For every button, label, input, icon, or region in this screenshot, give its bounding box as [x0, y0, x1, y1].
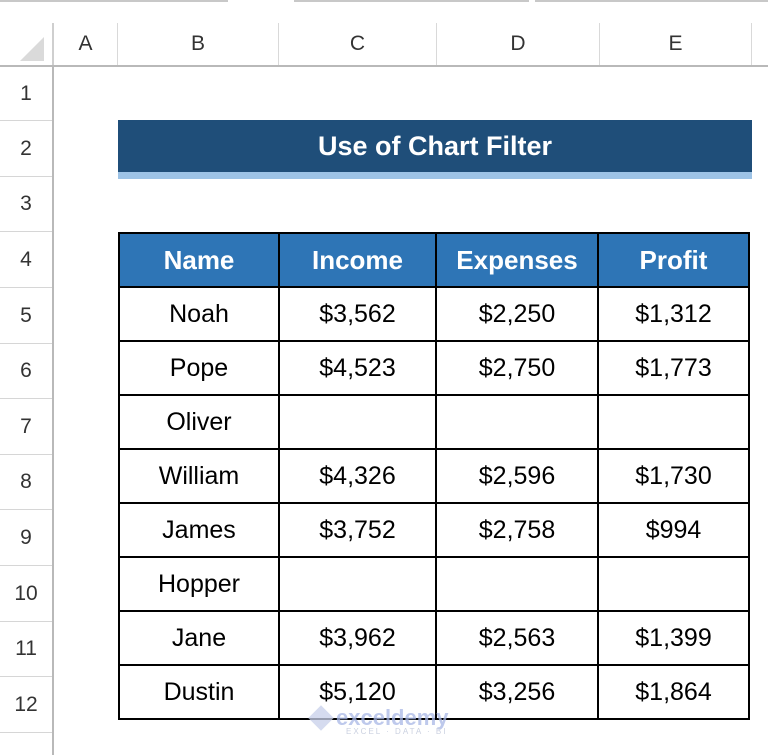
row-header[interactable]: 9	[0, 510, 52, 566]
cell-income[interactable]	[278, 394, 437, 450]
row-header-bar: 1 2 3 4 5 6 7 8 9 10 11 12	[0, 67, 54, 755]
cell-profit[interactable]	[597, 394, 750, 450]
row-header[interactable]: 6	[0, 344, 52, 399]
column-header-bar: A B C D E	[0, 23, 768, 67]
select-all-button[interactable]	[0, 23, 54, 65]
cell-income[interactable]: $3,962	[278, 610, 437, 666]
cell-name[interactable]: William	[118, 448, 280, 504]
row-header[interactable]: 7	[0, 399, 52, 455]
row-header[interactable]: 1	[0, 67, 52, 121]
cell-profit[interactable]: $1,773	[597, 340, 750, 396]
row-header[interactable]: 4	[0, 232, 52, 288]
cell-name[interactable]: Oliver	[118, 394, 280, 450]
toolbar-edge	[535, 0, 768, 2]
cell-name[interactable]: Pope	[118, 340, 280, 396]
cell-profit[interactable]: $1,312	[597, 286, 750, 342]
header-profit[interactable]: Profit	[597, 232, 750, 288]
cell-expenses[interactable]: $2,250	[435, 286, 599, 342]
toolbar-edge	[0, 0, 228, 2]
cell-income[interactable]: $3,562	[278, 286, 437, 342]
watermark: exceldemy EXCEL · DATA · BI	[308, 705, 449, 736]
table-row: Jane $3,962 $2,563 $1,399	[118, 610, 750, 666]
exceldemy-logo-icon	[308, 705, 334, 731]
row-header[interactable]: 5	[0, 288, 52, 344]
table-row: Oliver	[118, 394, 750, 450]
cell-income[interactable]: $4,326	[278, 448, 437, 504]
cell-expenses[interactable]: $2,563	[435, 610, 599, 666]
row-header[interactable]: 2	[0, 121, 52, 177]
cell-expenses[interactable]: $2,750	[435, 340, 599, 396]
cell-profit[interactable]: $1,730	[597, 448, 750, 504]
sheet-title[interactable]: Use of Chart Filter	[118, 120, 752, 179]
column-header-b[interactable]: B	[118, 23, 279, 65]
cell-profit[interactable]	[597, 556, 750, 612]
watermark-tagline: EXCEL · DATA · BI	[346, 727, 448, 736]
column-header-a[interactable]: A	[54, 23, 118, 65]
column-header-e[interactable]: E	[600, 23, 752, 65]
cell-income[interactable]: $4,523	[278, 340, 437, 396]
column-header-c[interactable]: C	[279, 23, 437, 65]
row-header[interactable]: 10	[0, 566, 52, 622]
cell-profit[interactable]: $1,399	[597, 610, 750, 666]
row-header[interactable]: 12	[0, 677, 52, 733]
cell-expenses[interactable]	[435, 556, 599, 612]
header-expenses[interactable]: Expenses	[435, 232, 599, 288]
cell-name[interactable]: Dustin	[118, 664, 280, 720]
select-all-icon	[20, 37, 44, 61]
cell-name[interactable]: Noah	[118, 286, 280, 342]
top-bar	[0, 0, 768, 23]
table-row: Pope $4,523 $2,750 $1,773	[118, 340, 750, 396]
column-header-d[interactable]: D	[437, 23, 600, 65]
cell-income[interactable]	[278, 556, 437, 612]
row-header[interactable]: 8	[0, 455, 52, 510]
row-header[interactable]: 3	[0, 177, 52, 232]
cell-name[interactable]: Jane	[118, 610, 280, 666]
data-table: Name Income Expenses Profit Noah $3,562 $2…	[118, 232, 750, 720]
cell-expenses[interactable]	[435, 394, 599, 450]
table-row: William $4,326 $2,596 $1,730	[118, 448, 750, 504]
cell-name[interactable]: Hopper	[118, 556, 280, 612]
table-row: Noah $3,562 $2,250 $1,312	[118, 286, 750, 342]
cell-expenses[interactable]: $2,596	[435, 448, 599, 504]
cell-name[interactable]: James	[118, 502, 280, 558]
table-row: James $3,752 $2,758 $994	[118, 502, 750, 558]
cell-expenses[interactable]: $2,758	[435, 502, 599, 558]
cell-income[interactable]: $3,752	[278, 502, 437, 558]
cell-expenses[interactable]: $3,256	[435, 664, 599, 720]
header-name[interactable]: Name	[118, 232, 280, 288]
toolbar-edge	[294, 0, 529, 2]
table-header-row: Name Income Expenses Profit	[118, 232, 750, 288]
table-row: Hopper	[118, 556, 750, 612]
cell-profit[interactable]: $1,864	[597, 664, 750, 720]
cell-profit[interactable]: $994	[597, 502, 750, 558]
row-header[interactable]: 11	[0, 622, 52, 677]
header-income[interactable]: Income	[278, 232, 437, 288]
